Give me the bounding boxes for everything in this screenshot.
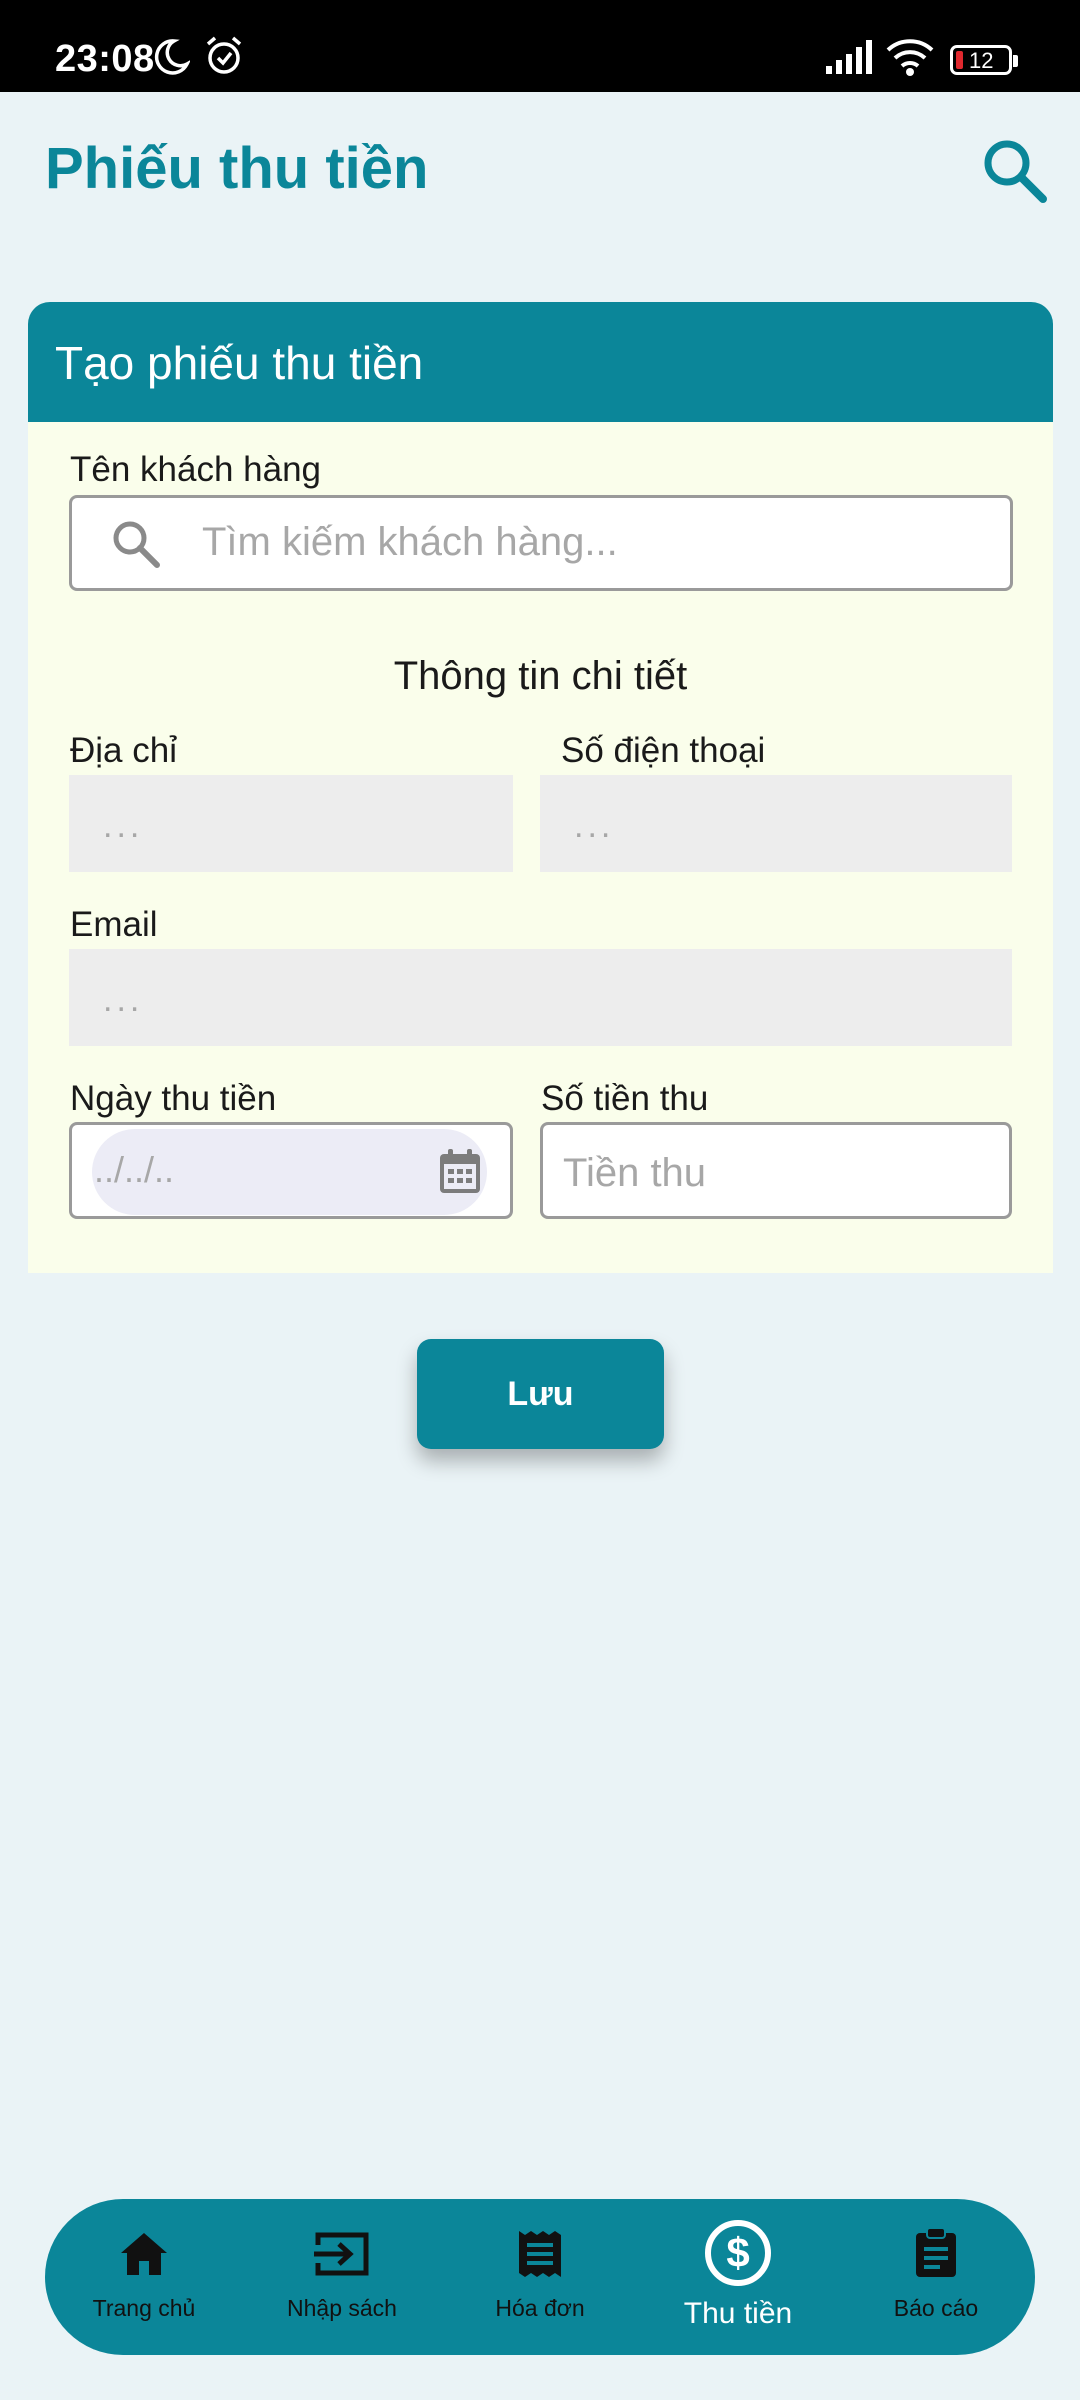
customer-search-input[interactable]: Tìm kiếm khách hàng... xyxy=(69,495,1013,591)
amount-label: Số tiền thu xyxy=(541,1079,709,1118)
signal-icon xyxy=(826,40,872,74)
customer-name-label: Tên khách hàng xyxy=(70,450,322,489)
details-section-title: Thông tin chi tiết xyxy=(393,654,688,698)
status-bar: 23:08 12 xyxy=(0,0,1080,92)
customer-search-placeholder: Tìm kiếm khách hàng... xyxy=(202,520,618,564)
search-icon xyxy=(113,521,160,568)
address-value: ... xyxy=(103,807,144,845)
status-time: 23:08 xyxy=(55,38,155,80)
nav-item-report[interactable]: Báo cáo xyxy=(837,2199,1035,2355)
page-title: Phiếu thu tiền xyxy=(45,136,429,201)
address-field: ... xyxy=(69,775,513,872)
amount-placeholder: Tiền thu xyxy=(563,1151,707,1195)
nav-item-collect-money[interactable]: $ Thu tiền xyxy=(639,2199,837,2355)
nav-item-import[interactable]: Nhập sách xyxy=(243,2199,441,2355)
phone-field: ... xyxy=(540,775,1012,872)
nav-label-import: Nhập sách xyxy=(287,2295,397,2321)
date-label: Ngày thu tiền xyxy=(70,1079,277,1118)
email-value: ... xyxy=(103,981,144,1019)
date-placeholder: ../../.. xyxy=(94,1149,175,1190)
calendar-icon[interactable] xyxy=(438,1147,482,1195)
svg-text:$: $ xyxy=(726,2229,749,2276)
address-label: Địa chỉ xyxy=(70,731,177,770)
moon-icon xyxy=(154,39,190,75)
amount-input[interactable]: Tiền thu xyxy=(540,1122,1012,1219)
email-label: Email xyxy=(70,905,158,944)
receipt-form-card: Tạo phiếu thu tiền Tên khách hàng Tìm ki… xyxy=(28,302,1053,1273)
dollar-circle-icon: $ xyxy=(705,2220,771,2286)
nav-item-home[interactable]: Trang chủ xyxy=(45,2199,243,2355)
nav-label-collect-money: Thu tiền xyxy=(683,2297,793,2330)
receipt-icon xyxy=(519,2231,561,2277)
wifi-icon xyxy=(886,39,934,76)
nav-label-home: Trang chủ xyxy=(92,2295,196,2321)
save-button[interactable]: Lưu xyxy=(417,1339,664,1449)
clipboard-icon xyxy=(916,2227,956,2277)
card-title: Tạo phiếu thu tiền xyxy=(28,302,1053,422)
bottom-nav: Trang chủ Nhập sách Hóa đơn $ Thu tiền B… xyxy=(45,2199,1035,2355)
battery-level: 12 xyxy=(969,48,994,73)
nav-item-invoice[interactable]: Hóa đơn xyxy=(441,2199,639,2355)
import-icon xyxy=(314,2232,369,2276)
date-input[interactable]: ../../.. xyxy=(69,1122,513,1219)
email-field: ... xyxy=(69,949,1012,1046)
search-icon[interactable] xyxy=(980,136,1048,204)
nav-label-invoice: Hóa đơn xyxy=(495,2295,585,2321)
battery-icon: 12 xyxy=(950,45,1018,75)
phone-value: ... xyxy=(574,807,615,845)
nav-label-report: Báo cáo xyxy=(893,2295,979,2321)
phone-label: Số điện thoại xyxy=(561,731,766,770)
home-icon xyxy=(121,2233,167,2275)
alarm-icon xyxy=(206,36,242,74)
